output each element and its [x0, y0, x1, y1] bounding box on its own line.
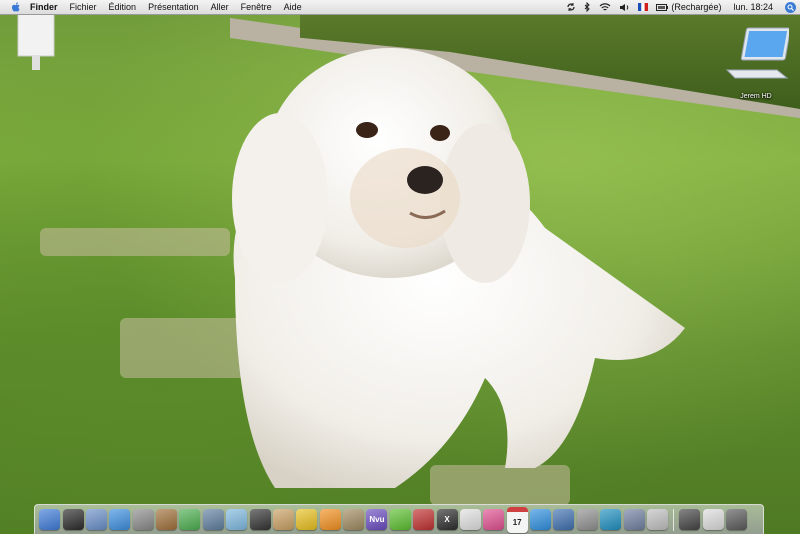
menu-fenetre[interactable]: Fenêtre [235, 0, 278, 14]
volume-status[interactable] [615, 0, 634, 14]
dock-item-app-doc[interactable] [646, 509, 668, 530]
wallpaper-lamp [17, 14, 55, 70]
apple-icon [12, 1, 20, 12]
dock-item-iphoto[interactable] [226, 509, 248, 530]
battery-status[interactable]: (Rechargée) [652, 0, 725, 14]
sync-status[interactable] [562, 0, 580, 14]
dock-item-itunes[interactable] [179, 509, 201, 530]
battery-icon [656, 3, 669, 11]
battery-text: (Rechargée) [671, 2, 722, 12]
sync-icon [567, 3, 576, 11]
menu-clock[interactable]: lun. 18:24 [725, 0, 781, 14]
status-menus: (Rechargée) lun. 18:24 [562, 0, 800, 14]
bluetooth-status[interactable] [580, 0, 595, 14]
dock-item-app-blue[interactable] [553, 509, 575, 530]
dock-item-documents-stack[interactable] [702, 509, 724, 530]
dock-item-flashget[interactable] [413, 509, 435, 530]
dock-item-preview[interactable] [202, 509, 224, 530]
dock-item-safari[interactable] [109, 509, 131, 530]
spotlight-icon [787, 4, 794, 11]
dock-item-time-machine[interactable] [132, 509, 154, 530]
dock-separator [673, 508, 675, 531]
dock-item-textedit[interactable] [459, 509, 481, 530]
dock-item-label: Nvu [369, 515, 385, 524]
apple-menu[interactable] [8, 1, 24, 13]
dock-item-app-gray[interactable] [576, 509, 598, 530]
dock-item-mail[interactable] [85, 509, 107, 530]
desktop-icon-jerem-hd[interactable]: Jerem HD [718, 26, 794, 100]
dock-item-vlc[interactable] [319, 509, 341, 530]
dock-item-downloads-stack[interactable] [679, 509, 701, 530]
dock-item-x11[interactable]: X [436, 509, 458, 530]
menu-presentation[interactable]: Présentation [142, 0, 205, 14]
spotlight-button[interactable] [785, 1, 796, 13]
dock-item-preview-2[interactable] [272, 509, 294, 530]
dock-item-trash[interactable] [726, 509, 748, 530]
dock-item-dashboard[interactable] [62, 509, 84, 530]
dock-item-colorsync[interactable] [483, 509, 505, 530]
dock-item-adium[interactable] [296, 509, 318, 530]
flag-fr-icon [638, 3, 649, 11]
dock-item-app-mixed[interactable] [623, 509, 645, 530]
menu-aide[interactable]: Aide [278, 0, 308, 14]
desktop-wallpaper [0, 0, 800, 534]
dock-item-app-cyan[interactable] [600, 509, 622, 530]
menu-edition[interactable]: Édition [103, 0, 143, 14]
menu-bar: Finder Fichier Édition Présentation Alle… [0, 0, 800, 15]
dock-item-app-green[interactable] [389, 509, 411, 530]
dock-item-ical[interactable]: 17 [506, 506, 528, 533]
dock-item-label: X [444, 515, 450, 524]
menu-fichier[interactable]: Fichier [64, 0, 103, 14]
dock-item-package[interactable] [343, 509, 365, 530]
dock: Nvu X 17 [34, 504, 764, 534]
dock-item-address-book[interactable] [156, 509, 178, 530]
dock-item-nvu[interactable]: Nvu [366, 509, 388, 530]
wallpaper-dog [232, 48, 686, 488]
wifi-status[interactable] [595, 0, 615, 14]
wallpaper-stone [40, 228, 230, 256]
dock-item-search-app[interactable] [530, 509, 552, 530]
bluetooth-icon [585, 2, 591, 12]
menu-app-finder[interactable]: Finder [24, 0, 64, 14]
input-menu[interactable] [634, 0, 652, 14]
wifi-icon [599, 2, 611, 10]
dock-item-finder[interactable] [39, 509, 61, 530]
dock-item-photo-booth[interactable] [249, 509, 271, 530]
dock-item-label: 17 [512, 517, 522, 527]
desktop-icon-label: Jerem HD [740, 93, 772, 100]
laptop-icon [725, 27, 791, 79]
menu-aller[interactable]: Aller [205, 0, 235, 14]
volume-icon [620, 3, 629, 11]
